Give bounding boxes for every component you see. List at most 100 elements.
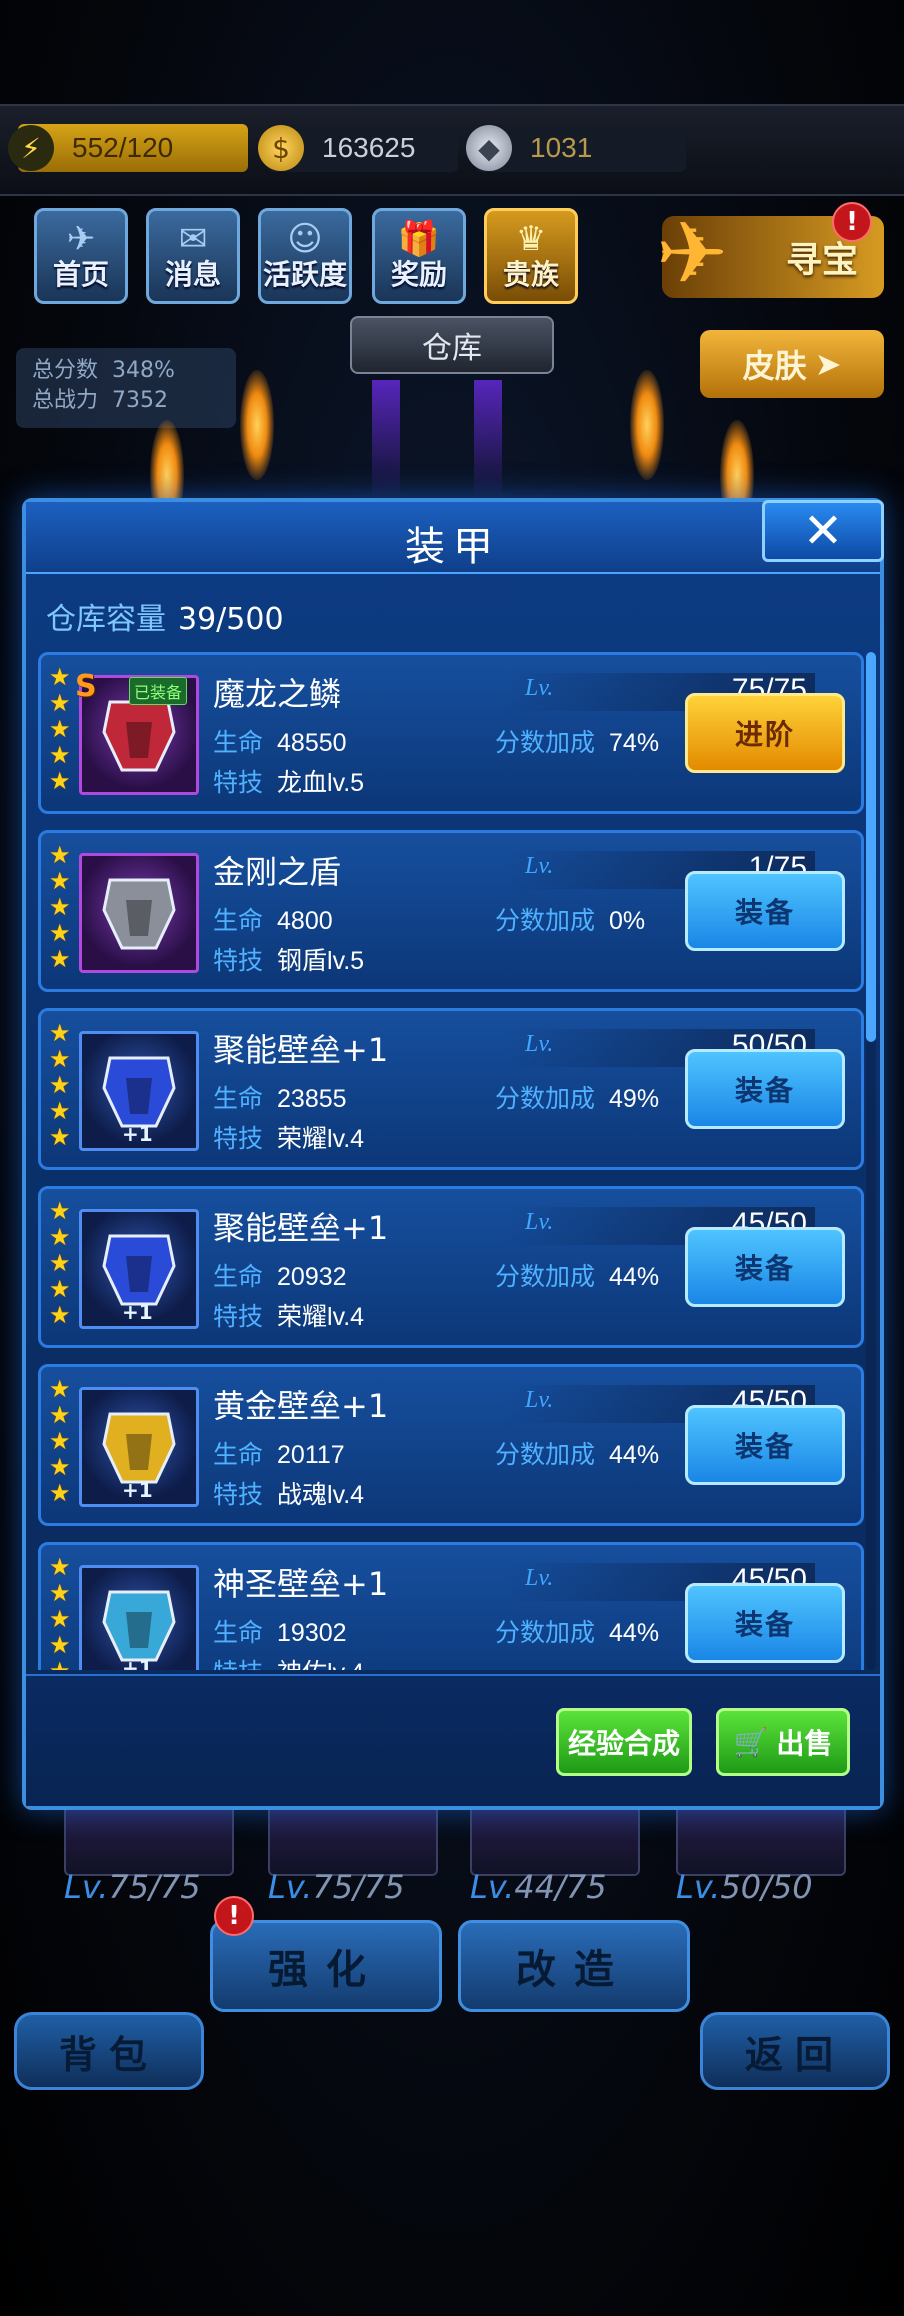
scrollbar[interactable] <box>866 652 876 1670</box>
bonus-label: 分数加成 <box>495 1618 596 1647</box>
enhance-button[interactable]: 强化 <box>210 1920 442 2012</box>
equip-button[interactable]: 装备 <box>685 871 845 951</box>
skill-row: 特技 战魂lv.4 <box>213 1475 364 1511</box>
armor-icon[interactable] <box>79 853 199 973</box>
armor-icon[interactable]: +1 <box>79 1209 199 1329</box>
nav-home-label: 首页 <box>52 258 109 291</box>
power-value: 7352 <box>112 388 169 413</box>
nav-noble-label: 贵族 <box>502 258 559 291</box>
star-icon: ★ <box>49 1401 71 1429</box>
level-label: Lv. <box>525 1031 554 1057</box>
level-label: Lv. <box>525 675 554 701</box>
star-icon: ★ <box>49 1579 71 1607</box>
slot-level-label: Lv. <box>676 1868 721 1906</box>
hp-row: 生命 19302 <box>213 1613 347 1649</box>
energy-resource[interactable]: ⚡ 552/120 <box>8 124 248 172</box>
armor-name: 魔龙之鳞 <box>213 675 342 713</box>
warehouse-tab[interactable]: 仓库 <box>350 316 554 374</box>
skill-row: 特技 龙血lv.5 <box>213 763 364 799</box>
star-icon: ★ <box>49 1605 71 1633</box>
armor-item[interactable]: ★ ★ ★ ★ ★ +1 聚能壁垒+1 Lv. 50/50 生命 23855 分数加成 49… <box>38 1008 864 1170</box>
star-rating: ★★★★★ <box>49 1555 75 1670</box>
advance-button[interactable]: 进阶 <box>685 693 845 773</box>
level-label: Lv. <box>525 1387 554 1413</box>
armor-name: 神圣壁垒+1 <box>213 1565 389 1603</box>
skill-row: 特技 荣耀lv.4 <box>213 1119 364 1155</box>
gold-resource[interactable]: $ 163625 <box>258 124 458 172</box>
close-button[interactable]: ✕ <box>762 500 884 562</box>
level-label: Lv. <box>525 1565 554 1591</box>
plane-icon: ✈ <box>66 219 96 259</box>
modify-button[interactable]: 改造 <box>458 1920 690 2012</box>
bonus-row: 分数加成 0% <box>495 901 645 937</box>
star-icon: ★ <box>49 767 71 795</box>
hp-value: 48550 <box>277 729 347 757</box>
equipment-slot[interactable] <box>470 1800 640 1876</box>
ship-beam <box>372 380 400 500</box>
skin-button[interactable]: 皮肤 ➤ <box>700 330 884 398</box>
hp-value: 20117 <box>277 1441 345 1469</box>
gem-value: 1031 <box>530 132 593 163</box>
coin-icon: $ <box>258 125 304 171</box>
nav-messages-label: 消息 <box>164 258 221 291</box>
slot-level-label: Lv. <box>268 1868 313 1906</box>
armor-name: 黄金壁垒+1 <box>213 1387 389 1425</box>
scrollbar-thumb[interactable] <box>866 652 876 1042</box>
armor-name: 聚能壁垒+1 <box>213 1209 389 1247</box>
armor-icon[interactable]: +1 <box>79 1031 199 1151</box>
sell-button[interactable]: 🛒 出售 <box>716 1708 850 1776</box>
star-icon: ★ <box>49 1375 71 1403</box>
armor-name: 金刚之盾 <box>213 853 342 891</box>
return-button[interactable]: 返回 <box>700 2012 890 2090</box>
armor-icon[interactable]: +1 <box>79 1387 199 1507</box>
star-icon: ★ <box>49 1631 71 1659</box>
star-rating: ★★★★★ <box>49 1199 75 1327</box>
equip-button[interactable]: 装备 <box>685 1049 845 1129</box>
star-icon: ★ <box>49 919 71 947</box>
power-label: 总战力 <box>32 388 99 413</box>
nav-activity-button[interactable]: ☺ 活跃度 <box>258 208 352 304</box>
armor-icon[interactable]: +1 <box>79 1565 199 1670</box>
backpack-button[interactable]: 背包 <box>14 2012 204 2090</box>
equip-button[interactable]: 装备 <box>685 1405 845 1485</box>
skill-row: 特技 钢盾lv.5 <box>213 941 364 977</box>
armor-item[interactable]: ★ ★ ★ ★ ★ 金刚之盾 Lv. 1/75 生命 4800 分数加成 0% 特技 钢盾lv… <box>38 830 864 992</box>
equip-button[interactable]: 装备 <box>685 1227 845 1307</box>
armor-item[interactable]: ★ ★ ★ ★ ★ +1 聚能壁垒+1 Lv. 45/50 生命 20932 分数加成 44… <box>38 1186 864 1348</box>
armor-item[interactable]: ★ ★ ★ ★ ★ S 已装备 魔龙之鳞 Lv. 75/75 生命 48550 分数加成 7… <box>38 652 864 814</box>
star-icon: ★ <box>49 945 71 973</box>
diamond-icon: ◆ <box>466 125 512 171</box>
slot-level-value: 44/75 <box>514 1868 607 1906</box>
slot-level-label: Lv. <box>64 1868 109 1906</box>
star-icon: ★ <box>49 1479 71 1507</box>
skill-row: 特技 神佑lv.4 <box>213 1653 364 1670</box>
equipment-slot[interactable] <box>676 1800 846 1876</box>
bonus-label: 分数加成 <box>495 1262 596 1291</box>
equipment-slot[interactable] <box>268 1800 438 1876</box>
nav-rewards-button[interactable]: 🎁 奖励 <box>372 208 466 304</box>
bonus-label: 分数加成 <box>495 1440 596 1469</box>
armor-item[interactable]: ★★★★★ +1 神圣壁垒+1 Lv. 45/50 生命19302 分数加成44… <box>38 1542 864 1670</box>
star-icon: ★ <box>49 1045 71 1073</box>
chevron-right-icon: ➤ <box>814 345 842 383</box>
nav-noble-button[interactable]: ♛ 贵族 <box>484 208 578 304</box>
level-label: Lv. <box>525 853 554 879</box>
equipment-slot[interactable] <box>64 1800 234 1876</box>
armor-art-icon <box>102 878 176 950</box>
equip-button[interactable]: 装备 <box>685 1583 845 1663</box>
exp-merge-button[interactable]: 经验合成 <box>556 1708 692 1776</box>
bonus-row: 分数加成 44% <box>495 1435 659 1471</box>
capacity-label: 仓库容量 <box>46 602 166 637</box>
upgrade-plus: +1 <box>122 1300 153 1324</box>
star-rating: ★★★★★ <box>49 665 75 793</box>
armor-list[interactable]: ★ ★ ★ ★ ★ S 已装备 魔龙之鳞 Lv. 75/75 生命 48550 分数加成 7… <box>38 652 864 1670</box>
armor-item[interactable]: ★ ★ ★ ★ ★ +1 黄金壁垒+1 Lv. 45/50 生命 20117 分数加成 44… <box>38 1364 864 1526</box>
star-icon: ★ <box>49 1659 75 1670</box>
upgrade-plus: +1 <box>122 1122 153 1146</box>
nav-home-button[interactable]: ✈ 首页 <box>34 208 128 304</box>
star-icon: ★ <box>49 1301 71 1329</box>
slot-level-value: 75/75 <box>312 1868 405 1906</box>
gem-resource[interactable]: ◆ 1031 <box>466 124 686 172</box>
star-icon: ★ <box>49 741 71 769</box>
nav-messages-button[interactable]: ✉ 消息 <box>146 208 240 304</box>
